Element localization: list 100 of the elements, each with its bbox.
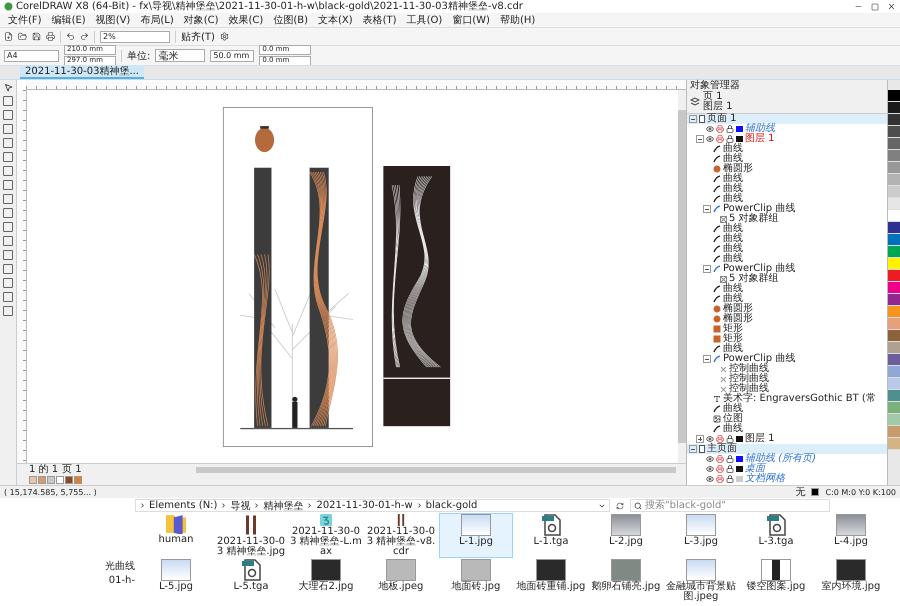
page-size-field[interactable]: A4 <box>4 50 59 62</box>
menu-item[interactable]: 帮助(H) <box>496 14 540 26</box>
file-item[interactable]: L-5.tga <box>214 558 288 603</box>
snap-menu[interactable]: 贴齐(T) <box>181 30 215 44</box>
file-item[interactable]: 大理石2.jpg <box>289 558 363 603</box>
nav-item[interactable]: 01-h- <box>108 575 135 586</box>
open-icon[interactable] <box>18 32 27 41</box>
lock-icon[interactable] <box>726 465 734 473</box>
close-icon[interactable] <box>887 2 896 11</box>
lock-icon[interactable] <box>726 455 734 463</box>
object-tree-item[interactable]: 位图 <box>723 414 743 424</box>
file-item[interactable]: L-4.jpg <box>814 513 888 558</box>
file-item[interactable]: L-2.jpg <box>589 513 663 558</box>
object-tree-item[interactable]: 控制曲线 <box>729 384 769 394</box>
breadcrumb[interactable]: 导视 <box>230 498 250 512</box>
printer-icon[interactable] <box>716 435 724 443</box>
lock-icon[interactable] <box>726 135 734 143</box>
eye-icon[interactable] <box>706 455 714 463</box>
object-tree-item[interactable]: 5 对象群组 <box>729 214 779 224</box>
nudge-field[interactable]: 50.0 mm <box>210 50 254 62</box>
print-icon[interactable] <box>46 32 55 41</box>
redo-icon[interactable] <box>80 32 89 41</box>
menu-item[interactable]: 工具(O) <box>402 14 446 26</box>
object-tree-item[interactable]: 图层 1 <box>745 134 775 144</box>
eye-icon[interactable] <box>706 125 714 133</box>
menu-item[interactable]: 文本(X) <box>314 14 357 26</box>
new-document-icon[interactable] <box>4 32 13 41</box>
object-tree-item[interactable]: 控制曲线 <box>729 374 769 384</box>
expand-toggle[interactable] <box>696 435 704 443</box>
breadcrumb[interactable]: 2021-11-30-01-h-w <box>316 500 413 511</box>
object-tree-item[interactable]: 5 对象群组 <box>729 274 779 284</box>
refresh-icon[interactable] <box>616 502 624 510</box>
object-tree-item[interactable]: 曲线 <box>723 174 743 184</box>
breadcrumb[interactable]: black-gold <box>426 500 478 511</box>
object-tree-item[interactable]: 曲线 <box>723 194 743 204</box>
menu-item[interactable]: 对象(C) <box>180 14 223 26</box>
eye-icon[interactable] <box>706 135 714 143</box>
object-tree-item[interactable]: 辅助线 <box>745 124 775 134</box>
settings-icon[interactable] <box>220 32 229 41</box>
scrollbar-thumb[interactable] <box>678 110 686 443</box>
lock-icon[interactable] <box>726 125 734 133</box>
object-tree-item[interactable]: PowerClip 曲线 <box>723 264 796 274</box>
menu-item[interactable]: 表格(T) <box>358 14 401 26</box>
expand-toggle[interactable] <box>703 355 711 363</box>
color-swatch[interactable] <box>56 476 64 484</box>
file-item[interactable]: L-1.tga <box>514 513 588 558</box>
printer-icon[interactable] <box>716 125 724 133</box>
file-item[interactable]: 鹅卵石铺亮.jpg <box>589 558 663 603</box>
file-item[interactable]: 镂空图案.jpg <box>739 558 813 603</box>
document-tab[interactable]: 2021-11-30-03精神堡... <box>20 65 144 79</box>
object-tree-item[interactable]: 曲线 <box>723 404 743 414</box>
object-tree-item[interactable]: 曲线 <box>723 144 743 154</box>
lock-icon[interactable] <box>726 435 734 443</box>
object-tree-item[interactable]: PowerClip 曲线 <box>723 204 796 214</box>
lock-icon[interactable] <box>726 475 734 483</box>
object-tree-item[interactable]: 曲线 <box>723 184 743 194</box>
object-tree-item[interactable]: 矩形 <box>723 324 743 334</box>
object-tree-item[interactable]: 椭圆形 <box>723 164 753 174</box>
menu-item[interactable]: 窗口(W) <box>448 14 494 26</box>
menu-item[interactable]: 视图(V) <box>92 14 134 26</box>
color-swatch[interactable] <box>47 476 55 484</box>
pointer-tool-icon[interactable] <box>4 83 12 92</box>
eye-icon[interactable] <box>706 475 714 483</box>
file-item[interactable]: 2021-11-30-03 精神堡垒-v8.cdr <box>364 513 438 558</box>
file-item[interactable]: 2021-11-30-03 精神堡垒-L.max <box>289 513 363 558</box>
page-tab[interactable]: 页 1 <box>62 464 82 474</box>
nav-item[interactable]: 光曲线 <box>105 559 135 573</box>
undo-icon[interactable] <box>66 32 75 41</box>
file-item[interactable]: human <box>139 513 213 558</box>
file-item[interactable]: 地面砖重铺.jpg <box>514 558 588 603</box>
search-box[interactable]: 搜索"black-gold" <box>630 499 830 512</box>
eye-icon[interactable] <box>706 465 714 473</box>
object-tree-item[interactable]: PowerClip 曲线 <box>723 354 796 364</box>
file-item[interactable]: 金融城市背景贴图.jpeg <box>664 558 738 603</box>
eye-icon[interactable] <box>706 435 714 443</box>
zoom-field[interactable]: 2% <box>100 30 170 42</box>
object-tree-item[interactable]: 页面 1 <box>707 114 737 124</box>
object-tree-item[interactable]: 曲线 <box>723 254 743 264</box>
object-tree-item[interactable]: 控制曲线 <box>729 364 769 374</box>
menu-item[interactable]: 文件(F) <box>4 14 46 26</box>
layers-icon[interactable] <box>690 97 700 107</box>
expand-toggle[interactable] <box>696 135 704 143</box>
color-swatch[interactable] <box>29 476 37 484</box>
file-item[interactable]: 2021-11-30-03 精神堡垒.jpg <box>214 513 288 558</box>
object-tree-item[interactable]: 桌面 <box>745 464 765 474</box>
object-tree-item[interactable]: 曲线 <box>723 244 743 254</box>
menu-item[interactable]: 布局(L) <box>136 14 178 26</box>
file-item[interactable]: L-3.tga <box>739 513 813 558</box>
object-tree-item[interactable]: 曲线 <box>723 294 743 304</box>
object-tree-item[interactable]: 主页面 <box>707 444 737 454</box>
object-tree-item[interactable]: 曲线 <box>723 424 743 434</box>
units-dropdown[interactable]: 毫米 <box>155 49 206 62</box>
file-item[interactable]: L-3.jpg <box>664 513 738 558</box>
breadcrumb[interactable]: Elements (N:) <box>149 500 218 511</box>
file-item[interactable]: 室内环境.jpg <box>814 558 888 603</box>
color-swatch[interactable] <box>74 476 82 484</box>
object-tree-item[interactable]: 曲线 <box>723 284 743 294</box>
color-swatch[interactable] <box>38 476 46 484</box>
expand-toggle[interactable] <box>689 445 697 453</box>
file-item[interactable]: L-5.jpg <box>139 558 213 603</box>
